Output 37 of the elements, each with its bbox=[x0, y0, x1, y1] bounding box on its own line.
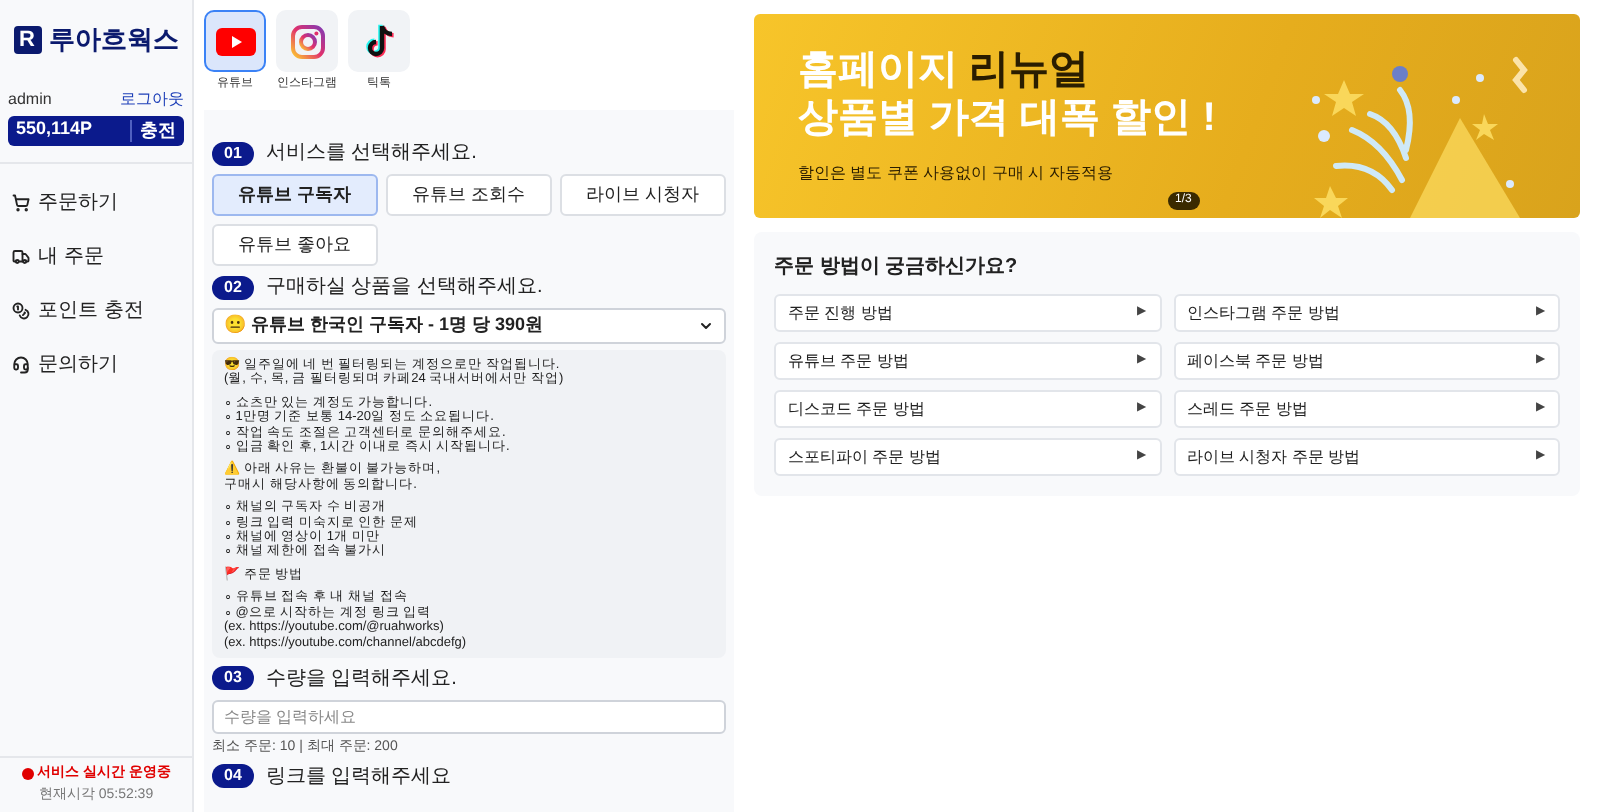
service-option[interactable]: 유튜브 구독자 bbox=[212, 174, 378, 216]
service-option[interactable]: 유튜브 조회수 bbox=[386, 174, 552, 216]
headset-icon bbox=[12, 355, 30, 373]
platform-tab[interactable] bbox=[348, 10, 410, 72]
banner-title: 홈페이지 리뉴얼 bbox=[798, 46, 1092, 94]
menu-item[interactable]: 내 주문 bbox=[0, 233, 192, 279]
truck-icon bbox=[12, 247, 30, 265]
menu-item[interactable]: 주문하기 bbox=[0, 179, 192, 225]
username: admin bbox=[8, 87, 52, 111]
step-number: 02 bbox=[212, 275, 254, 299]
product-select[interactable]: 😐 유튜브 한국인 구독자 - 1명 당 390원 bbox=[212, 308, 726, 344]
step-number: 04 bbox=[212, 764, 254, 789]
coins-icon bbox=[12, 301, 30, 319]
step-title: 링크를 입력해주세요 bbox=[265, 763, 452, 792]
menu-item[interactable]: 문의하기 bbox=[0, 341, 192, 387]
logo-mark: R bbox=[13, 25, 41, 54]
banner-subtitle: 할인은 별도 쿠폰 사용없이 구매 시 자동적용 bbox=[798, 162, 1115, 186]
cart-icon bbox=[12, 193, 30, 211]
step-title: 구매하실 상품을 선택해주세요. bbox=[265, 274, 543, 302]
logout-link[interactable]: 로그아웃 bbox=[120, 87, 184, 111]
logo-text: 루아흐웍스 bbox=[49, 22, 179, 58]
quantity-input[interactable]: 수량을 입력하세요 bbox=[212, 699, 726, 734]
banner-title: 상품별 가격 대폭 할인 ! bbox=[798, 94, 1218, 142]
step-title: 수량을 입력해주세요. bbox=[265, 665, 457, 694]
step-number: 01 bbox=[212, 141, 254, 165]
service-option[interactable]: 유튜브 좋아요 bbox=[212, 224, 378, 266]
music-note-icon bbox=[363, 23, 395, 59]
points-balance: 550,114P bbox=[16, 116, 93, 143]
faq-title: 주문 방법이 궁금하신가요? bbox=[774, 254, 1020, 282]
chevron-down-icon bbox=[698, 318, 714, 334]
step-number: 03 bbox=[212, 666, 254, 691]
charge-button[interactable]: 충전 bbox=[130, 119, 176, 141]
service-option[interactable]: 라이브 시청자 bbox=[560, 174, 726, 216]
step-title: 서비스를 선택해주세요. bbox=[265, 140, 477, 168]
play-icon bbox=[215, 27, 255, 55]
menu-item[interactable]: 포인트 충전 bbox=[0, 287, 192, 333]
camera-icon bbox=[289, 23, 325, 59]
